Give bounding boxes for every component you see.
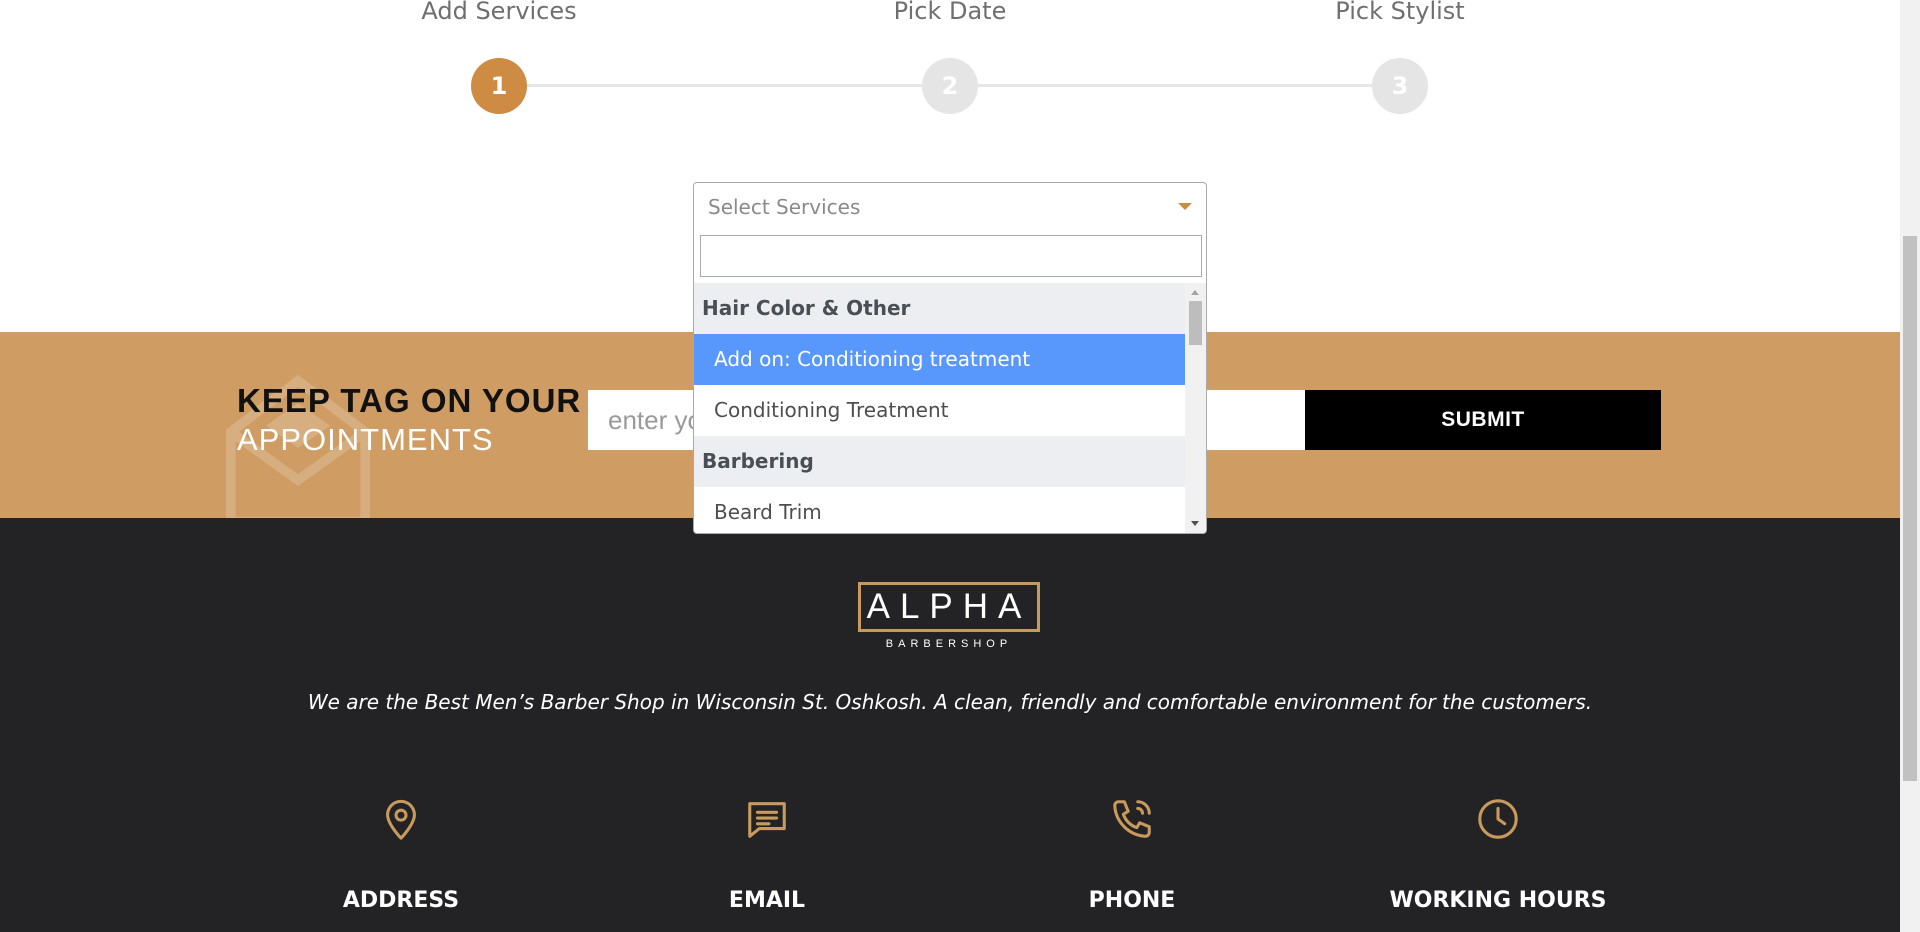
dropdown-scrollbar[interactable]	[1185, 283, 1206, 533]
booking-steps: Add Services Pick Date Pick Stylist 1 2 …	[0, 0, 1900, 170]
step-3-circle[interactable]: 3	[1372, 58, 1428, 114]
caret-down-icon[interactable]	[1178, 203, 1192, 210]
scroll-down-arrow-icon[interactable]	[1191, 521, 1199, 526]
newsletter-submit-button[interactable]: SUBMIT	[1305, 390, 1661, 450]
option-beard-trim[interactable]: Beard Trim	[694, 487, 1187, 533]
alpha-barbershop-logo[interactable]: ALPHA BARBERSHOP	[858, 582, 1040, 652]
info-title-phone: PHONE	[1088, 888, 1176, 913]
phone-icon	[1113, 800, 1151, 838]
footer: ALPHA BARBERSHOP We are the Best Men’s B…	[0, 518, 1900, 932]
clock-icon	[1478, 799, 1518, 839]
newsletter-title: KEEP TAG ON YOUR APPOINTMENTS	[237, 382, 581, 458]
select-services-dropdown[interactable]: Select Services	[693, 182, 1207, 230]
chat-message-icon	[748, 802, 786, 838]
logo-subtext: BARBERSHOP	[885, 638, 1013, 650]
option-group-hair-color-other: Hair Color & Other	[694, 283, 1187, 334]
info-email: EMAIL	[627, 796, 907, 913]
step-label-add-services: Add Services	[421, 0, 577, 25]
page-scroll-thumb[interactable]	[1903, 236, 1917, 781]
info-phone: PHONE	[992, 796, 1272, 913]
logo-text: ALPHA	[866, 587, 1032, 626]
location-pin-icon	[386, 799, 416, 840]
info-title-email: EMAIL	[728, 888, 806, 913]
select-services-placeholder: Select Services	[708, 195, 861, 219]
info-working-hours: WORKING HOURS	[1358, 796, 1638, 913]
footer-tagline: We are the Best Men’s Barber Shop in Wis…	[307, 690, 1593, 714]
dropdown-scroll-thumb[interactable]	[1189, 301, 1202, 345]
option-conditioning-treatment[interactable]: Conditioning Treatment	[694, 385, 1187, 436]
services-search-input[interactable]	[700, 235, 1202, 277]
step-2-circle[interactable]: 2	[922, 58, 978, 114]
services-option-list: Hair Color & Other Add on: Conditioning …	[694, 283, 1187, 533]
scroll-up-arrow-icon[interactable]	[1191, 290, 1199, 295]
info-address: ADDRESS	[261, 796, 541, 913]
info-title-address: ADDRESS	[342, 888, 460, 913]
step-connector	[527, 84, 957, 87]
option-group-barbering: Barbering	[694, 436, 1187, 487]
page-scrollbar[interactable]	[1900, 0, 1920, 932]
newsletter-title-line2: APPOINTMENTS	[237, 422, 494, 457]
option-add-on-conditioning-treatment[interactable]: Add on: Conditioning treatment	[694, 334, 1187, 385]
services-dropdown-panel: Hair Color & Other Add on: Conditioning …	[693, 229, 1207, 534]
step-1-circle[interactable]: 1	[471, 58, 527, 114]
step-label-pick-stylist: Pick Stylist	[1335, 0, 1465, 25]
step-connector	[977, 84, 1401, 87]
newsletter-title-line1: KEEP TAG ON YOUR	[237, 382, 582, 419]
info-title-working-hours: WORKING HOURS	[1389, 888, 1607, 913]
step-label-pick-date: Pick Date	[893, 0, 1007, 25]
